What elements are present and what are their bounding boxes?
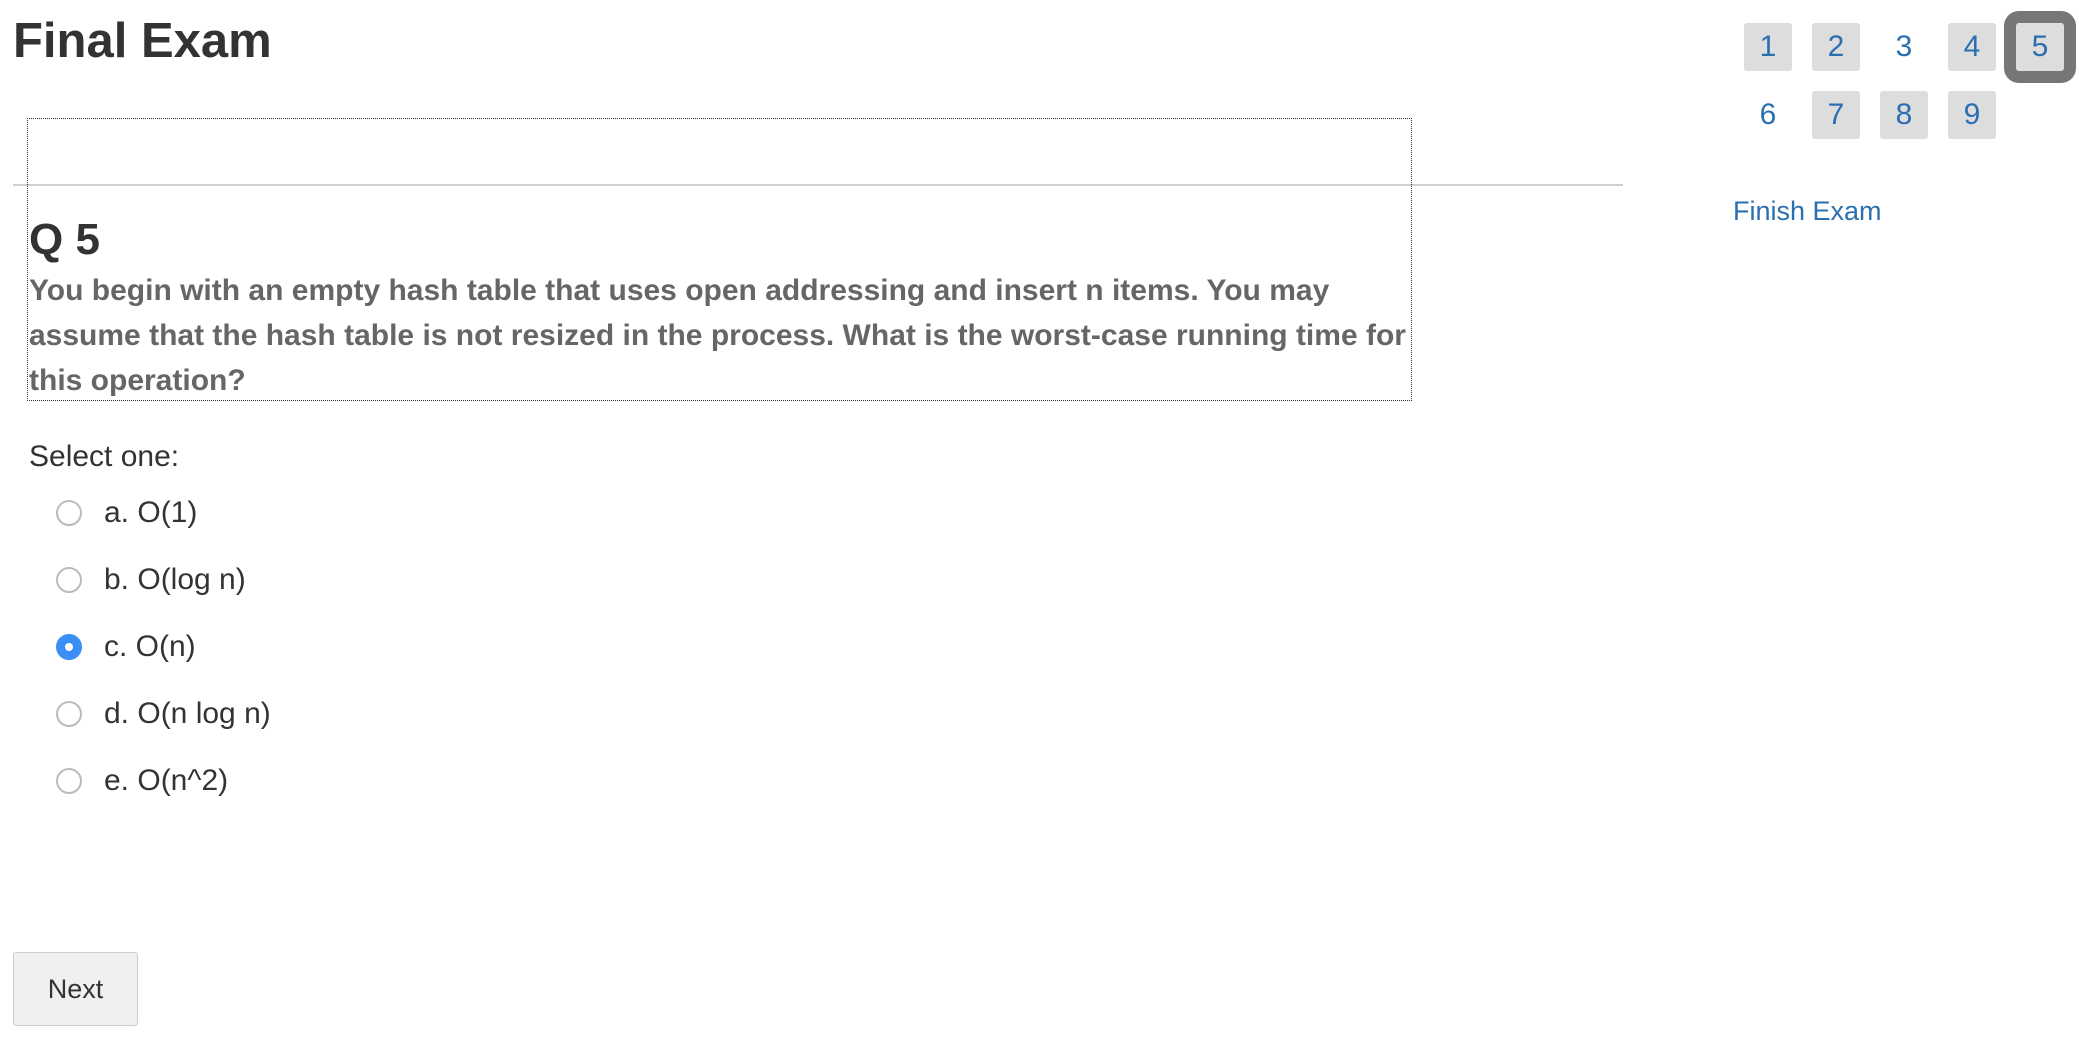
option-a[interactable]: a. O(1)	[56, 485, 271, 552]
next-button[interactable]: Next	[13, 952, 138, 1026]
finish-exam-link[interactable]: Finish Exam	[1733, 191, 1882, 231]
option-e[interactable]: e. O(n^2)	[56, 753, 271, 820]
option-e-label[interactable]: e. O(n^2)	[104, 753, 228, 809]
question-number: Q 5	[29, 215, 100, 264]
nav-question-8[interactable]: 8	[1880, 91, 1928, 139]
nav-question-7[interactable]: 7	[1812, 91, 1860, 139]
option-b-label[interactable]: b. O(log n)	[104, 552, 246, 608]
nav-question-1[interactable]: 1	[1744, 23, 1792, 71]
question-text: You begin with an empty hash table that …	[29, 274, 1406, 397]
option-e-radio[interactable]	[56, 768, 82, 794]
nav-question-9[interactable]: 9	[1948, 91, 1996, 139]
nav-question-2[interactable]: 2	[1812, 23, 1860, 71]
option-c[interactable]: c. O(n)	[56, 619, 271, 686]
exam-title: Final Exam	[13, 14, 272, 68]
nav-question-3[interactable]: 3	[1880, 23, 1928, 71]
option-a-radio[interactable]	[56, 500, 82, 526]
select-one-label: Select one:	[29, 440, 180, 473]
option-a-label[interactable]: a. O(1)	[104, 485, 197, 541]
nav-question-6[interactable]: 6	[1744, 91, 1792, 139]
option-b[interactable]: b. O(log n)	[56, 552, 271, 619]
nav-question-5[interactable]: 5	[2004, 11, 2076, 83]
option-c-radio[interactable]	[56, 634, 82, 660]
option-c-label[interactable]: c. O(n)	[104, 619, 196, 675]
option-d-radio[interactable]	[56, 701, 82, 727]
option-b-radio[interactable]	[56, 567, 82, 593]
option-d[interactable]: d. O(n log n)	[56, 686, 271, 753]
answer-options: a. O(1) b. O(log n) c. O(n) d. O(n log n…	[56, 485, 271, 820]
option-d-label[interactable]: d. O(n log n)	[104, 686, 271, 742]
nav-question-4[interactable]: 4	[1948, 23, 1996, 71]
